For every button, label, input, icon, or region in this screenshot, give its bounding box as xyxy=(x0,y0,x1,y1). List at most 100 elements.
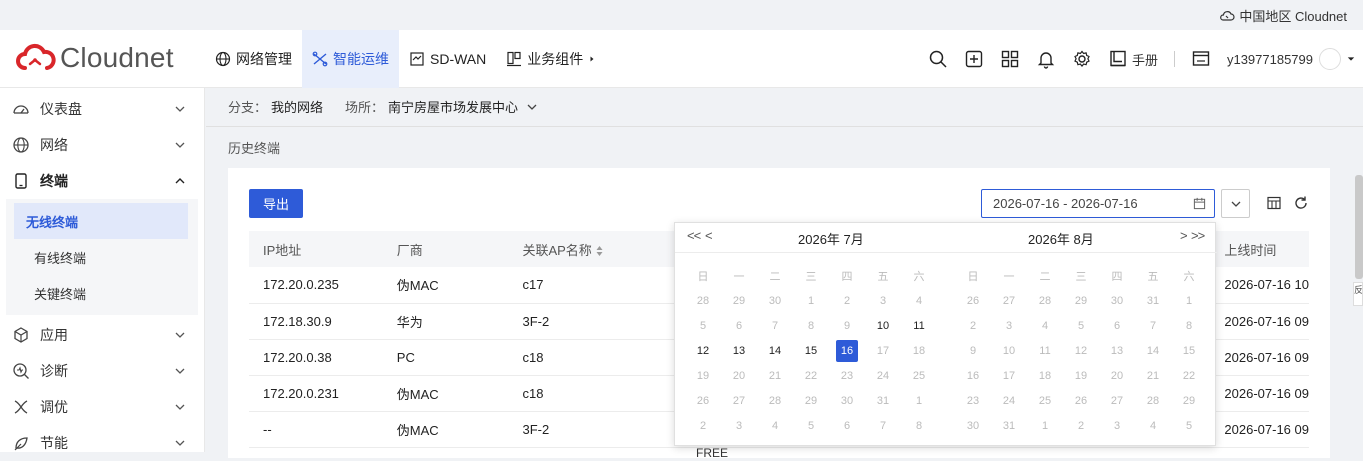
day-cell[interactable]: 30 xyxy=(829,395,865,407)
prev-month-button[interactable]: < xyxy=(705,228,713,243)
day-cell[interactable]: 16 xyxy=(829,339,865,362)
apps-button[interactable] xyxy=(1000,49,1020,69)
day-cell[interactable]: 31 xyxy=(865,395,901,407)
day-cell[interactable]: 15 xyxy=(1171,345,1207,357)
day-cell[interactable]: 25 xyxy=(901,370,937,382)
range-preset-dropdown[interactable] xyxy=(1221,189,1250,218)
day-cell[interactable]: 26 xyxy=(685,395,721,407)
scrollbar[interactable] xyxy=(1355,175,1363,279)
day-cell[interactable]: 13 xyxy=(721,345,757,357)
sidebar-subitem-wireless[interactable]: 无线终端 xyxy=(14,203,188,239)
day-cell[interactable]: 25 xyxy=(1027,395,1063,407)
export-button[interactable]: 导出 xyxy=(249,189,303,218)
day-cell[interactable]: 4 xyxy=(1135,420,1171,432)
add-button[interactable] xyxy=(964,49,984,69)
day-cell[interactable]: 2 xyxy=(829,295,865,307)
day-cell[interactable]: 28 xyxy=(757,395,793,407)
day-cell[interactable]: 7 xyxy=(1135,320,1171,332)
day-cell[interactable]: 12 xyxy=(1063,345,1099,357)
chevron-down-icon[interactable] xyxy=(526,101,538,113)
day-cell[interactable]: 2 xyxy=(1063,420,1099,432)
branch-value[interactable]: 我的网络 xyxy=(271,97,323,116)
next-month-button[interactable]: > xyxy=(1180,228,1188,243)
day-cell[interactable]: 29 xyxy=(1063,295,1099,307)
day-cell[interactable]: 6 xyxy=(721,320,757,332)
day-cell[interactable]: 11 xyxy=(1027,345,1063,357)
day-cell[interactable]: 27 xyxy=(1099,395,1135,407)
search-button[interactable] xyxy=(928,49,948,69)
feedback-tab[interactable]: 反 xyxy=(1353,282,1363,306)
sidebar-subitem-key[interactable]: 关键终端 xyxy=(14,275,188,311)
day-cell[interactable]: 28 xyxy=(1027,295,1063,307)
day-cell[interactable]: 6 xyxy=(829,420,865,432)
day-cell[interactable]: 31 xyxy=(991,420,1027,432)
site-value[interactable]: 南宁房屋市场发展中心 xyxy=(388,97,518,116)
day-cell[interactable]: 10 xyxy=(865,320,901,332)
day-cell[interactable]: 14 xyxy=(757,345,793,357)
day-cell[interactable]: 30 xyxy=(1099,295,1135,307)
day-cell[interactable]: 30 xyxy=(757,295,793,307)
day-cell[interactable]: 21 xyxy=(757,370,793,382)
day-cell[interactable]: 29 xyxy=(1171,395,1207,407)
sidebar-item-dashboard[interactable]: 仪表盘 xyxy=(0,91,204,127)
day-cell[interactable]: 3 xyxy=(991,320,1027,332)
day-cell[interactable]: 19 xyxy=(1063,370,1099,382)
nav-network-management[interactable]: 网络管理 xyxy=(205,30,302,88)
day-cell[interactable]: 20 xyxy=(721,370,757,382)
nav-business-components[interactable]: 业务组件 xyxy=(496,30,606,88)
sidebar-item-diagnosis[interactable]: 诊断 xyxy=(0,353,204,389)
day-cell[interactable]: 13 xyxy=(1099,345,1135,357)
day-cell[interactable]: 23 xyxy=(829,370,865,382)
day-cell[interactable]: 9 xyxy=(829,320,865,332)
day-cell[interactable]: 22 xyxy=(793,370,829,382)
day-cell[interactable]: 27 xyxy=(721,395,757,407)
day-cell[interactable]: 7 xyxy=(757,320,793,332)
day-cell[interactable]: 12 xyxy=(685,345,721,357)
sidebar-subitem-wired[interactable]: 有线终端 xyxy=(14,239,188,275)
day-cell[interactable]: 15 xyxy=(793,345,829,357)
day-cell[interactable]: 1 xyxy=(901,395,937,407)
day-cell[interactable]: 17 xyxy=(991,370,1027,382)
day-cell[interactable]: 29 xyxy=(721,295,757,307)
day-cell[interactable]: 11 xyxy=(901,320,937,332)
day-cell[interactable]: 18 xyxy=(901,345,937,357)
sidebar-item-tuning[interactable]: 调优 xyxy=(0,389,204,425)
day-cell[interactable]: 21 xyxy=(1135,370,1171,382)
day-cell[interactable]: 5 xyxy=(1171,420,1207,432)
day-cell[interactable]: 26 xyxy=(1063,395,1099,407)
day-cell[interactable]: 24 xyxy=(991,395,1027,407)
day-cell[interactable]: 16 xyxy=(955,370,991,382)
day-cell[interactable]: 10 xyxy=(991,345,1027,357)
day-cell[interactable]: 28 xyxy=(685,295,721,307)
day-cell[interactable]: 1 xyxy=(793,295,829,307)
date-range-input[interactable]: 2026-07-16 - 2026-07-16 xyxy=(981,189,1215,218)
day-cell[interactable]: 14 xyxy=(1135,345,1171,357)
day-cell[interactable]: 27 xyxy=(991,295,1027,307)
day-cell[interactable]: 8 xyxy=(1171,320,1207,332)
sidebar-item-terminal[interactable]: 终端 xyxy=(0,163,204,199)
day-cell[interactable]: 1 xyxy=(1027,420,1063,432)
day-cell[interactable]: 19 xyxy=(685,370,721,382)
notifications-button[interactable] xyxy=(1036,49,1056,69)
day-cell[interactable]: 6 xyxy=(1099,320,1135,332)
user-menu[interactable]: y13977185799 xyxy=(1227,48,1355,70)
brand-logo[interactable]: Cloudnet xyxy=(16,42,174,74)
day-cell[interactable]: 1 xyxy=(1171,295,1207,307)
day-cell[interactable]: 4 xyxy=(901,295,937,307)
day-cell[interactable]: 23 xyxy=(955,395,991,407)
day-cell[interactable]: 2 xyxy=(955,320,991,332)
day-cell[interactable]: 20 xyxy=(1099,370,1135,382)
day-cell[interactable]: 5 xyxy=(685,320,721,332)
day-cell[interactable]: 18 xyxy=(1027,370,1063,382)
day-cell[interactable]: 8 xyxy=(793,320,829,332)
day-cell[interactable]: 2 xyxy=(685,420,721,432)
day-cell[interactable]: 29 xyxy=(793,395,829,407)
settings-button[interactable] xyxy=(1072,49,1092,69)
day-cell[interactable]: 4 xyxy=(757,420,793,432)
day-cell[interactable]: 26 xyxy=(955,295,991,307)
day-cell[interactable]: 4 xyxy=(1027,320,1063,332)
refresh-icon[interactable] xyxy=(1293,195,1309,211)
day-cell[interactable]: 9 xyxy=(955,345,991,357)
nav-sdwan[interactable]: SD-WAN xyxy=(399,30,496,88)
manual-link[interactable]: 手册 xyxy=(1108,49,1158,69)
